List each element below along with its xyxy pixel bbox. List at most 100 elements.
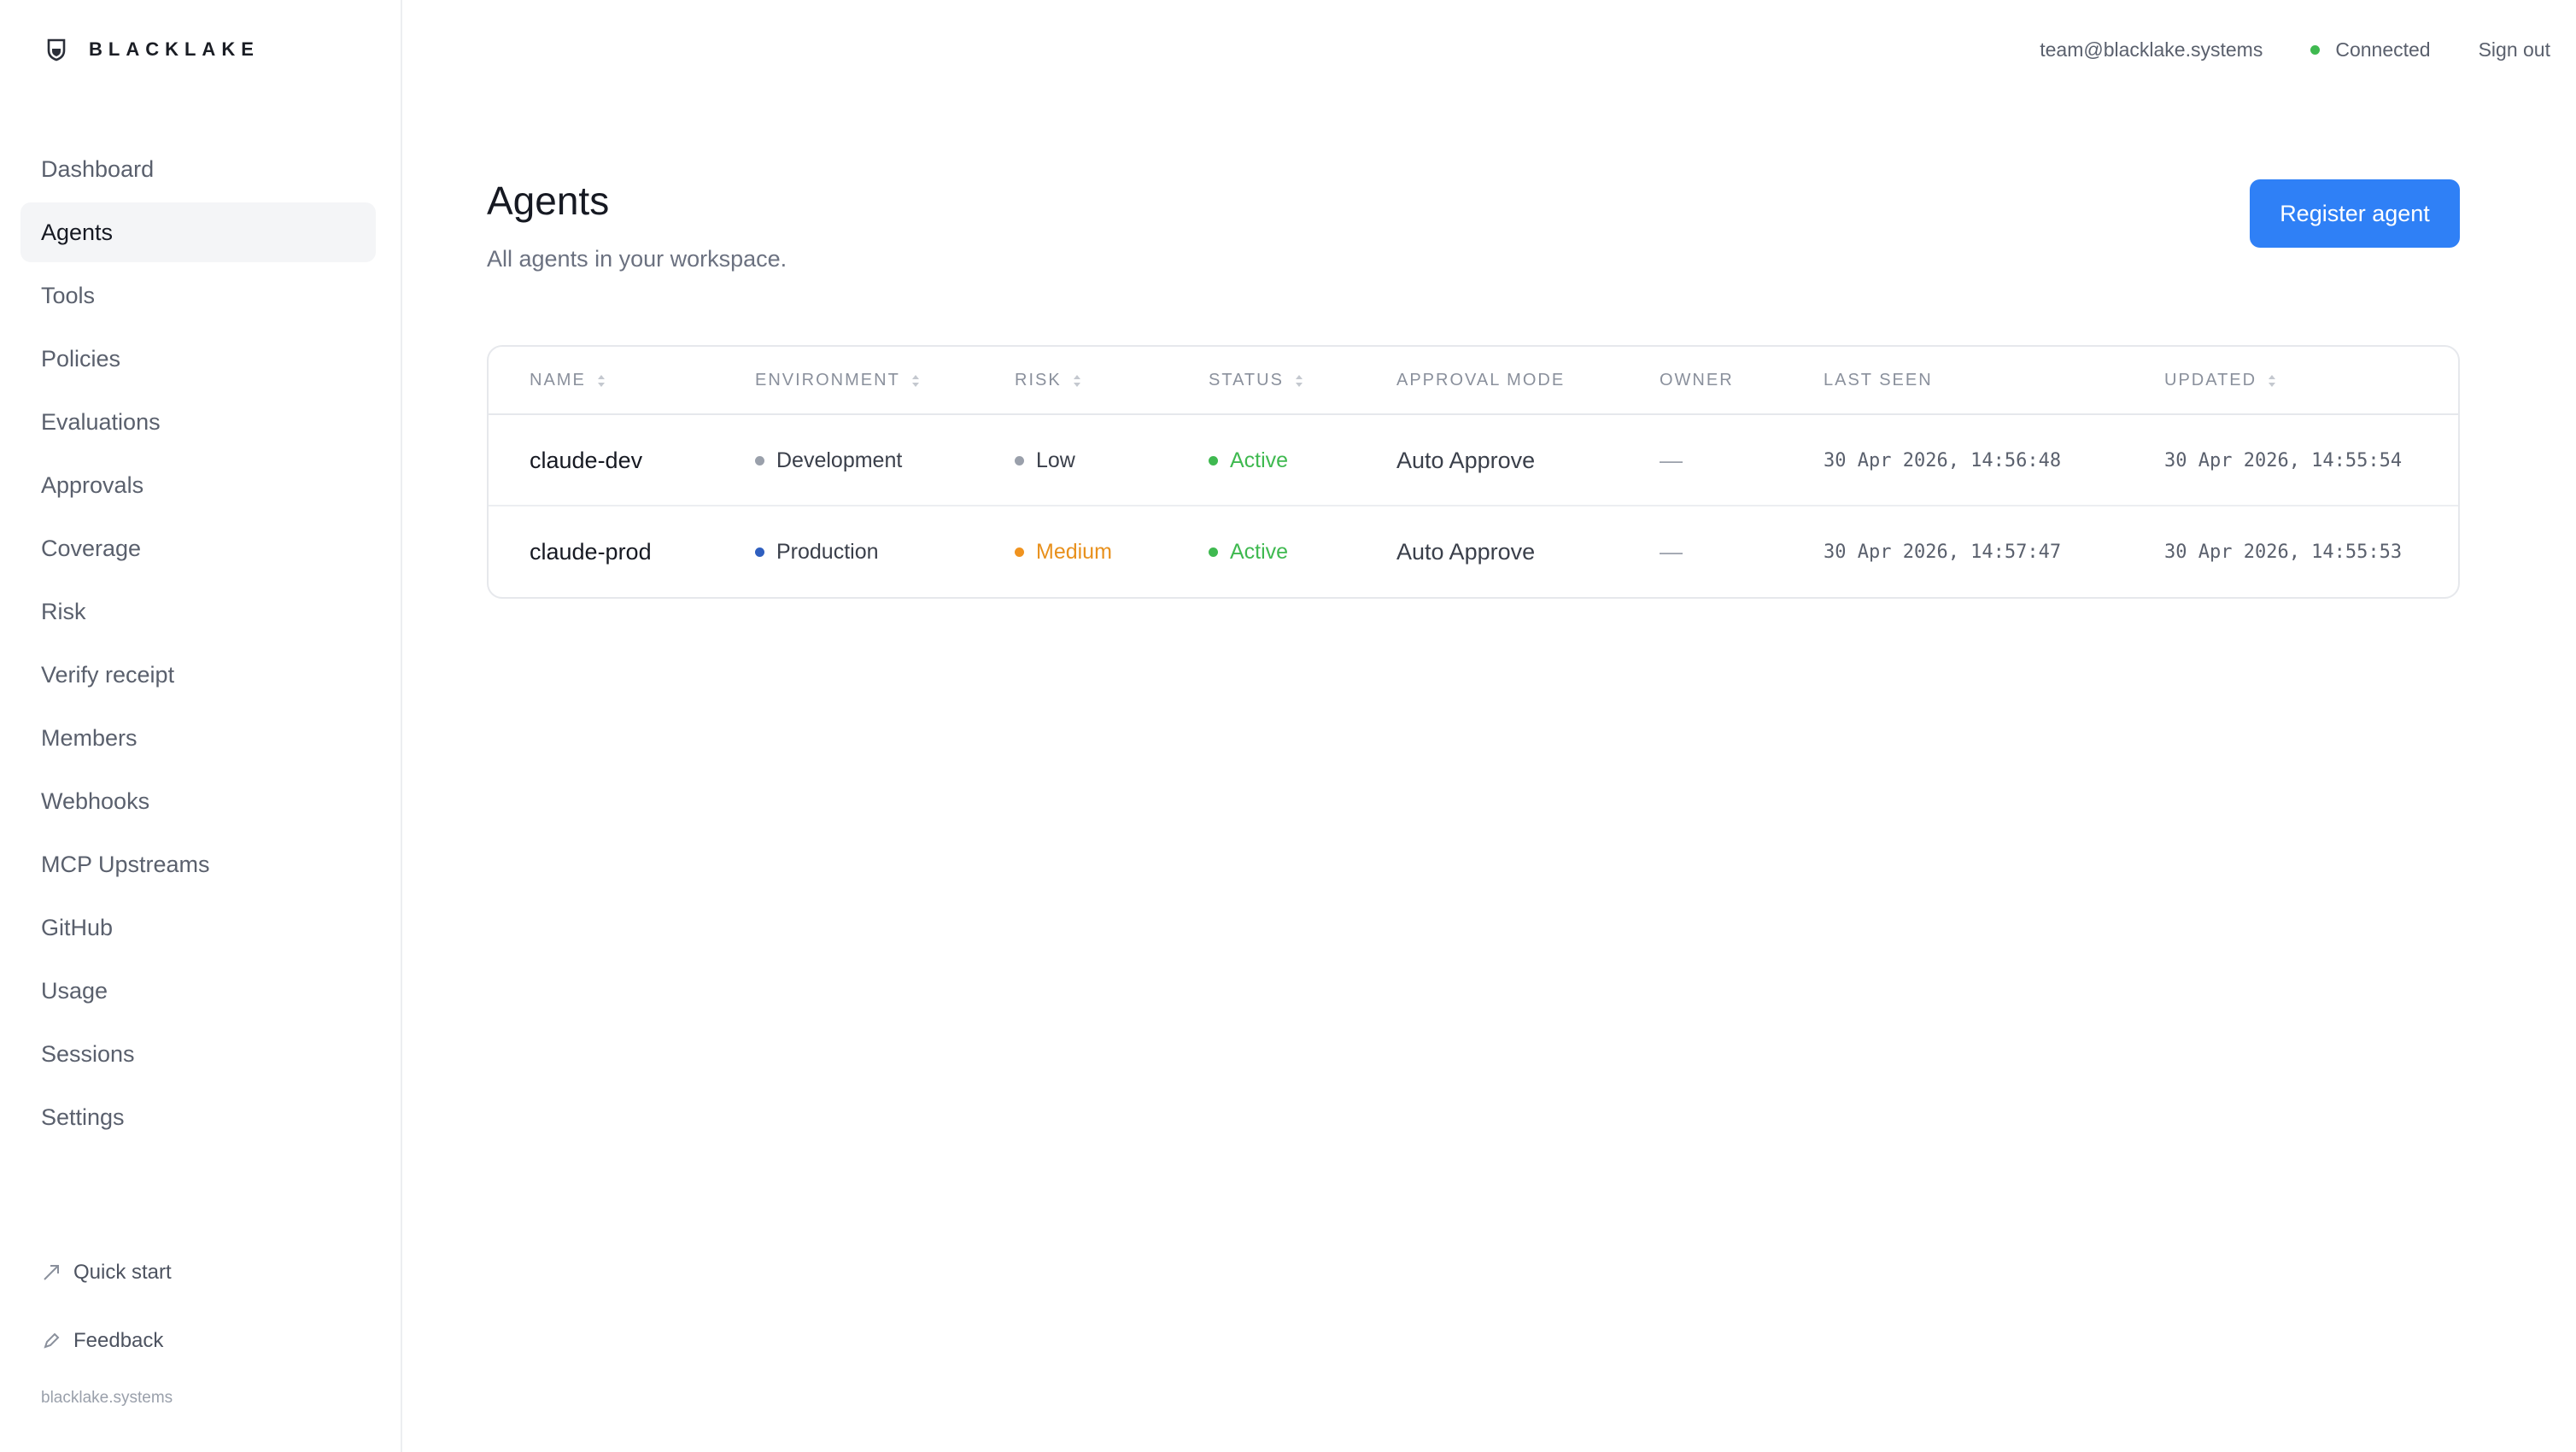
sidebar-item-label: Coverage: [41, 535, 142, 561]
column-header-label: ENVIRONMENT: [755, 371, 900, 389]
agent-name[interactable]: claude-dev: [530, 415, 642, 506]
agents-table: NAME ENVIRONMENT RISK STATUS APPROVAL MO…: [487, 345, 2460, 599]
sidebar-item-label: Risk: [41, 598, 86, 624]
sidebar-item-dashboard[interactable]: Dashboard: [20, 139, 376, 199]
updated: 30 Apr 2026, 14:55:54: [2164, 450, 2403, 471]
feedback-label: Feedback: [73, 1329, 164, 1352]
approval-mode: Auto Approve: [1396, 448, 1536, 473]
risk-label: Low: [1036, 448, 1075, 472]
status-cell: Active: [1209, 415, 1288, 506]
table-row[interactable]: claude-dev Development Low Active Auto A…: [489, 415, 2458, 506]
sidebar-item-label: Members: [41, 724, 138, 751]
column-header-status[interactable]: STATUS: [1209, 371, 1303, 390]
owner: —: [1660, 448, 1683, 473]
sidebar-item-label: Settings: [41, 1104, 125, 1130]
sidebar-item-usage[interactable]: Usage: [20, 961, 376, 1021]
brand[interactable]: BLACKLAKE: [44, 36, 260, 63]
sidebar-item-evaluations[interactable]: Evaluations: [20, 392, 376, 452]
app-root: BLACKLAKE Dashboard Agents Tools Policie…: [0, 0, 2576, 1452]
risk-cell: Low: [1015, 415, 1075, 506]
sidebar-item-label: Policies: [41, 345, 121, 372]
status-dot-icon: [1209, 547, 1218, 557]
sidebar-item-tools[interactable]: Tools: [20, 266, 376, 325]
sidebar-item-risk[interactable]: Risk: [20, 582, 376, 641]
column-header-label: RISK: [1015, 371, 1062, 389]
quick-start-link[interactable]: Quick start: [41, 1256, 383, 1290]
status-label: Active: [1230, 448, 1289, 472]
register-agent-button[interactable]: Register agent: [2250, 179, 2460, 248]
environment-label: Development: [776, 448, 903, 472]
connection-status: Connected: [2310, 38, 2431, 61]
brand-name: BLACKLAKE: [89, 38, 260, 60]
sidebar-item-label: Webhooks: [41, 787, 150, 814]
environment-label: Production: [776, 540, 879, 564]
sidebar-item-label: Evaluations: [41, 408, 161, 435]
risk-label: Medium: [1036, 540, 1112, 564]
table-row[interactable]: claude-prod Production Medium Active Aut…: [489, 506, 2458, 597]
sidebar-item-coverage[interactable]: Coverage: [20, 518, 376, 578]
approval-mode: Auto Approve: [1396, 539, 1536, 565]
risk-dot-icon: [1015, 456, 1024, 465]
page-subtitle: All agents in your workspace.: [487, 246, 787, 272]
sort-icon: [596, 372, 605, 389]
column-header-last-seen: LAST SEEN: [1824, 371, 1933, 390]
sort-icon: [1294, 372, 1303, 389]
sidebar-item-agents[interactable]: Agents: [20, 202, 376, 262]
agent-name[interactable]: claude-prod: [530, 506, 652, 597]
sidebar-item-webhooks[interactable]: Webhooks: [20, 771, 376, 831]
last-seen: 30 Apr 2026, 14:56:48: [1824, 450, 2062, 471]
environment-dot-icon: [755, 456, 764, 465]
sidebar-item-label: Sessions: [41, 1040, 135, 1067]
sidebar-item-label: GitHub: [41, 914, 114, 940]
column-header-label: NAME: [530, 371, 586, 389]
sidebar-item-label: Agents: [41, 219, 114, 245]
sidebar-footer: Quick start Feedback blacklake.systems: [41, 1256, 383, 1408]
sort-icon: [910, 372, 919, 389]
column-header-environment[interactable]: ENVIRONMENT: [755, 371, 919, 390]
sign-out-link[interactable]: Sign out: [2479, 38, 2550, 61]
status-dot-icon: [1209, 456, 1218, 465]
sidebar-nav: Dashboard Agents Tools Policies Evaluati…: [20, 139, 376, 1150]
arrow-up-right-icon: [41, 1262, 61, 1283]
column-header-name[interactable]: NAME: [530, 371, 605, 390]
sidebar-item-label: Tools: [41, 282, 96, 308]
table-header: NAME ENVIRONMENT RISK STATUS APPROVAL MO…: [489, 347, 2458, 415]
owner: —: [1660, 539, 1683, 565]
sidebar-item-label: Approvals: [41, 471, 144, 498]
shield-icon: [44, 37, 68, 62]
sidebar-item-mcp-upstreams[interactable]: MCP Upstreams: [20, 834, 376, 894]
user-email: team@blacklake.systems: [2040, 38, 2263, 61]
sidebar-item-github[interactable]: GitHub: [20, 898, 376, 957]
sidebar-item-label: Verify receipt: [41, 661, 175, 688]
risk-cell: Medium: [1015, 506, 1112, 597]
status-label: Active: [1230, 540, 1289, 564]
column-header-label: LAST SEEN: [1824, 371, 1933, 389]
sidebar-item-policies[interactable]: Policies: [20, 329, 376, 389]
status-dot-icon: [2310, 44, 2321, 55]
column-header-label: APPROVAL MODE: [1396, 371, 1566, 389]
updated: 30 Apr 2026, 14:55:53: [2164, 542, 2403, 563]
footer-domain: blacklake.systems: [41, 1389, 173, 1407]
page-title: Agents: [487, 179, 610, 223]
sidebar-item-members[interactable]: Members: [20, 708, 376, 768]
last-seen: 30 Apr 2026, 14:57:47: [1824, 542, 2062, 563]
topbar: team@blacklake.systems Connected Sign ou…: [2040, 32, 2550, 67]
sidebar: BLACKLAKE Dashboard Agents Tools Policie…: [0, 0, 402, 1452]
sidebar-item-settings[interactable]: Settings: [20, 1087, 376, 1147]
feedback-link[interactable]: Feedback: [41, 1324, 383, 1358]
sidebar-item-approvals[interactable]: Approvals: [20, 455, 376, 515]
column-header-risk[interactable]: RISK: [1015, 371, 1080, 390]
sidebar-item-verify-receipt[interactable]: Verify receipt: [20, 645, 376, 705]
sidebar-item-label: MCP Upstreams: [41, 851, 210, 877]
column-header-updated[interactable]: UPDATED: [2164, 371, 2276, 390]
column-header-approval-mode: APPROVAL MODE: [1396, 371, 1565, 390]
column-header-label: UPDATED: [2164, 371, 2257, 389]
column-header-owner: OWNER: [1660, 371, 1734, 390]
status-cell: Active: [1209, 506, 1289, 597]
risk-dot-icon: [1015, 547, 1024, 557]
environment-dot-icon: [755, 547, 764, 557]
sort-icon: [1072, 372, 1080, 389]
sidebar-item-label: Usage: [41, 977, 108, 1004]
sidebar-item-sessions[interactable]: Sessions: [20, 1024, 376, 1084]
pencil-icon: [41, 1331, 61, 1351]
